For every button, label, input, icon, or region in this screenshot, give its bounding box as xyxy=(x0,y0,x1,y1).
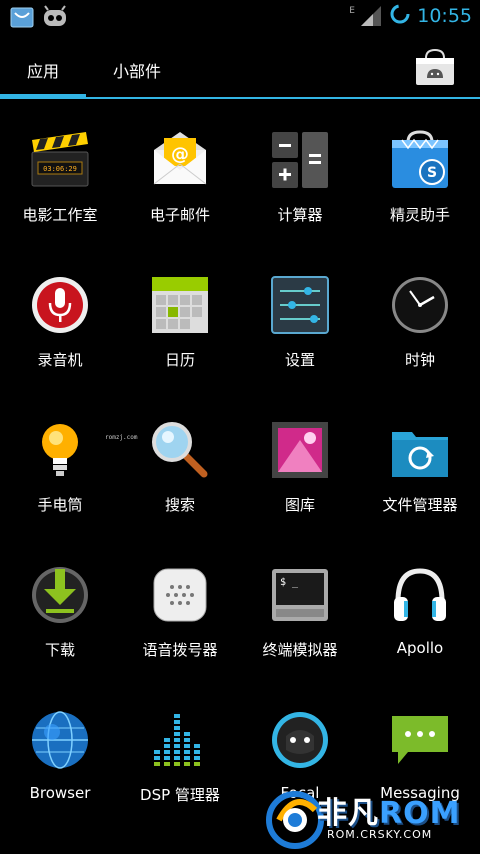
tab-bar: 应用 小部件 xyxy=(0,34,480,104)
app-assistant[interactable]: S 精灵助手 xyxy=(360,104,480,249)
app-terminal[interactable]: $ _ 终端模拟器 xyxy=(240,539,360,684)
search-magnifier-icon xyxy=(152,422,208,478)
app-search[interactable]: 搜索 xyxy=(120,394,240,539)
email-icon: @ xyxy=(153,132,207,185)
voice-dialer-icon xyxy=(153,568,207,622)
loading-icon xyxy=(389,3,411,29)
app-label: 终端模拟器 xyxy=(262,641,338,659)
app-email[interactable]: @ 电子邮件 xyxy=(120,104,240,249)
app-label: 手电筒 xyxy=(37,496,83,514)
brand-name: 非凡ROM xyxy=(317,788,460,832)
tab-divider xyxy=(86,97,480,99)
network-type-label: E xyxy=(349,6,355,16)
app-label: 精灵助手 xyxy=(389,206,450,224)
flashlight-bulb-icon xyxy=(42,424,78,476)
android-notification-icon[interactable] xyxy=(42,5,68,33)
svg-text:$ _: $ _ xyxy=(280,577,299,588)
app-label: 计算器 xyxy=(277,206,323,224)
globe-icon xyxy=(32,711,88,769)
app-apollo[interactable]: Apollo xyxy=(360,539,480,684)
app-label: 日历 xyxy=(164,351,195,369)
settings-sliders-icon xyxy=(271,276,329,334)
brand-watermark: 非凡ROM ROM.CRSKY.COM xyxy=(265,786,480,854)
app-voice-dialer[interactable]: 语音拨号器 xyxy=(120,539,240,684)
app-label: 语音拨号器 xyxy=(142,641,218,659)
app-label: 录音机 xyxy=(37,351,83,369)
movie-studio-icon: 03:06:29 xyxy=(31,132,89,187)
download-icon xyxy=(32,567,88,623)
app-label: DSP 管理器 xyxy=(140,786,220,804)
app-label: 下载 xyxy=(44,641,75,659)
svg-text:@: @ xyxy=(171,144,189,165)
app-file-manager[interactable]: 文件管理器 xyxy=(360,394,480,539)
store-notification-icon[interactable] xyxy=(10,5,34,33)
app-gallery[interactable]: 图库 xyxy=(240,394,360,539)
app-clock[interactable]: 时钟 xyxy=(360,249,480,394)
app-download[interactable]: 下载 xyxy=(0,539,120,684)
brand-logo-icon xyxy=(266,791,324,849)
app-label: 电影工作室 xyxy=(22,206,98,224)
focal-camera-icon xyxy=(272,712,328,768)
watermark-small: romzj.com xyxy=(105,434,138,441)
app-recorder[interactable]: 录音机 xyxy=(0,249,120,394)
app-calendar[interactable]: 日历 xyxy=(120,249,240,394)
brand-url: ROM.CRSKY.COM xyxy=(327,828,433,841)
terminal-icon: $ _ xyxy=(272,569,328,621)
signal-icon: E xyxy=(349,4,383,28)
svg-text:03:06:29: 03:06:29 xyxy=(43,165,77,173)
file-manager-icon xyxy=(392,432,448,477)
brand-rom: ROM xyxy=(379,796,461,831)
app-label: 电子邮件 xyxy=(149,206,210,224)
app-dsp-manager[interactable]: DSP 管理器 xyxy=(120,684,240,829)
app-label: 时钟 xyxy=(404,351,435,369)
messaging-icon xyxy=(392,716,448,764)
calculator-icon xyxy=(272,132,328,188)
play-store-button[interactable] xyxy=(414,48,456,86)
app-label: Browser xyxy=(29,784,91,802)
app-movie-studio[interactable]: 03:06:29 电影工作室 xyxy=(0,104,120,249)
app-browser[interactable]: Browser xyxy=(0,684,120,829)
tab-selected-indicator xyxy=(0,94,86,99)
assistant-bag-icon: S xyxy=(392,130,448,188)
svg-text:S: S xyxy=(427,165,437,181)
app-label: 设置 xyxy=(284,351,315,369)
status-bar: E 10:55 xyxy=(0,0,480,34)
tab-apps[interactable]: 应用 xyxy=(27,58,59,82)
headphones-icon xyxy=(394,568,446,621)
app-label: Apollo xyxy=(396,639,444,657)
calendar-icon xyxy=(152,277,208,333)
app-settings[interactable]: 设置 xyxy=(240,249,360,394)
app-label: 搜索 xyxy=(164,496,195,514)
clock-icon xyxy=(392,277,448,333)
equalizer-icon xyxy=(154,714,200,766)
clock-time: 10:55 xyxy=(417,5,472,27)
app-grid: 03:06:29 电影工作室 @ 电子邮件 计算器 S 精灵助手 录音机 日历 … xyxy=(0,104,480,854)
brand-cn: 非凡 xyxy=(317,796,379,831)
recorder-mic-icon xyxy=(32,277,88,333)
app-label: 文件管理器 xyxy=(382,496,458,514)
tab-widgets[interactable]: 小部件 xyxy=(113,58,161,82)
app-flashlight[interactable]: 手电筒 xyxy=(0,394,120,539)
app-label: 图库 xyxy=(284,496,315,514)
gallery-icon xyxy=(272,422,328,478)
app-calculator[interactable]: 计算器 xyxy=(240,104,360,249)
